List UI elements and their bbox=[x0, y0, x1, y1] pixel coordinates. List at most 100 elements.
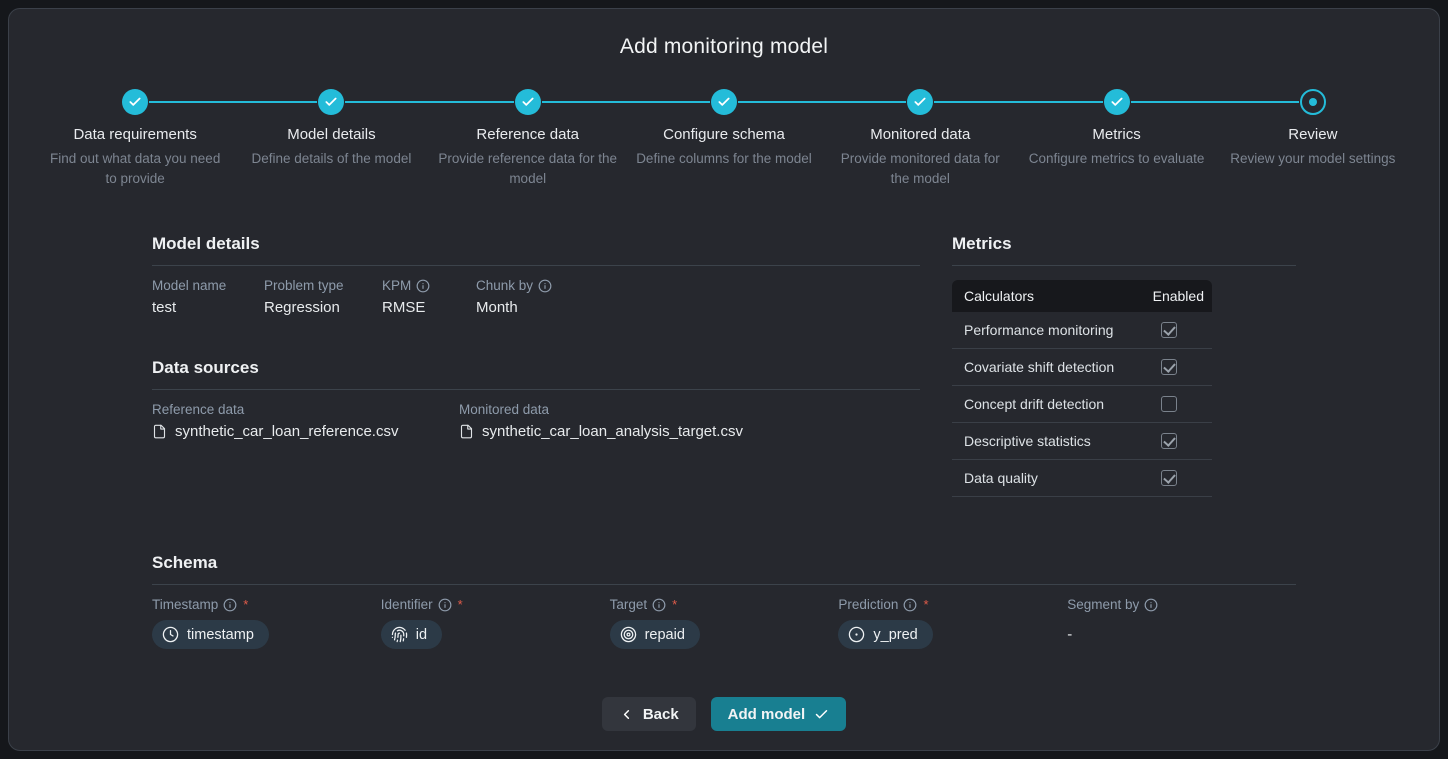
step-complete-icon[interactable] bbox=[711, 89, 737, 115]
field-label: Target * bbox=[610, 597, 839, 612]
check-icon bbox=[814, 707, 829, 722]
step-complete-icon[interactable] bbox=[907, 89, 933, 115]
file-name: synthetic_car_loan_reference.csv bbox=[175, 423, 398, 440]
model-details-section: Model details Model name test Problem ty… bbox=[152, 234, 920, 316]
column-header-calculators: Calculators bbox=[964, 288, 1134, 304]
chip-label: id bbox=[416, 627, 427, 643]
target-icon bbox=[620, 626, 637, 643]
step-model-details[interactable]: Model details Define details of the mode… bbox=[233, 89, 429, 188]
info-icon[interactable] bbox=[1144, 598, 1158, 612]
field-label: Identifier * bbox=[381, 597, 610, 612]
table-row: Performance monitoring bbox=[952, 312, 1212, 349]
add-model-dialog: Add monitoring model Data requirements F… bbox=[8, 8, 1440, 751]
metric-checkbox[interactable] bbox=[1161, 433, 1177, 449]
review-left-column: Model details Model name test Problem ty… bbox=[152, 234, 920, 497]
file-name: synthetic_car_loan_analysis_target.csv bbox=[482, 423, 743, 440]
add-model-button[interactable]: Add model bbox=[711, 697, 847, 731]
step-title: Metrics bbox=[1092, 126, 1140, 143]
field-label: Prediction * bbox=[838, 597, 1067, 612]
metric-checkbox[interactable] bbox=[1161, 396, 1177, 412]
info-icon[interactable] bbox=[223, 598, 237, 612]
column-chip: timestamp bbox=[152, 620, 269, 649]
schema-field-identifier: Identifier * id bbox=[381, 597, 610, 649]
step-description: Configure metrics to evaluate bbox=[1029, 149, 1205, 169]
step-complete-icon[interactable] bbox=[318, 89, 344, 115]
step-title: Configure schema bbox=[663, 126, 785, 143]
step-complete-icon[interactable] bbox=[122, 89, 148, 115]
info-icon[interactable] bbox=[538, 279, 552, 293]
field-value: synthetic_car_loan_reference.csv bbox=[152, 423, 459, 440]
field-label: Model name bbox=[152, 278, 242, 293]
info-icon[interactable] bbox=[416, 279, 430, 293]
step-complete-icon[interactable] bbox=[515, 89, 541, 115]
info-icon[interactable] bbox=[438, 598, 452, 612]
field-label: Timestamp * bbox=[152, 597, 381, 612]
metric-label: Covariate shift detection bbox=[964, 359, 1134, 375]
clock-icon bbox=[162, 626, 179, 643]
step-review[interactable]: Review Review your model settings bbox=[1215, 89, 1411, 188]
step-active-icon[interactable] bbox=[1300, 89, 1326, 115]
info-icon[interactable] bbox=[652, 598, 666, 612]
field-value: Month bbox=[476, 299, 552, 316]
schema-field-prediction: Prediction * y_pred bbox=[838, 597, 1067, 649]
column-chip: repaid bbox=[610, 620, 700, 649]
section-heading: Data sources bbox=[152, 358, 920, 390]
field-value: RMSE bbox=[382, 299, 454, 316]
step-metrics[interactable]: Metrics Configure metrics to evaluate bbox=[1018, 89, 1214, 188]
column-chip: id bbox=[381, 620, 442, 649]
circle-dot-icon bbox=[848, 626, 865, 643]
field-label: Monitored data bbox=[459, 402, 743, 417]
column-chip: y_pred bbox=[838, 620, 932, 649]
field-model-name: Model name test bbox=[152, 278, 242, 316]
field-label: KPM bbox=[382, 278, 454, 293]
metric-checkbox[interactable] bbox=[1161, 359, 1177, 375]
data-sources-section: Data sources Reference data synthetic_ca… bbox=[152, 358, 920, 440]
chip-label: y_pred bbox=[873, 627, 917, 643]
step-description: Review your model settings bbox=[1230, 149, 1395, 169]
required-asterisk: * bbox=[458, 597, 463, 612]
step-reference-data[interactable]: Reference data Provide reference data fo… bbox=[430, 89, 626, 188]
field-value: Regression bbox=[264, 299, 360, 316]
field-label: Chunk by bbox=[476, 278, 552, 293]
field-label: Problem type bbox=[264, 278, 360, 293]
field-problem-type: Problem type Regression bbox=[264, 278, 360, 316]
metric-checkbox[interactable] bbox=[1161, 470, 1177, 486]
required-asterisk: * bbox=[243, 597, 248, 612]
field-value: test bbox=[152, 299, 242, 316]
info-icon[interactable] bbox=[903, 598, 917, 612]
metric-checkbox[interactable] bbox=[1161, 322, 1177, 338]
fingerprint-icon bbox=[391, 626, 408, 643]
required-asterisk: * bbox=[672, 597, 677, 612]
required-asterisk: * bbox=[923, 597, 928, 612]
field-kpm: KPM RMSE bbox=[382, 278, 454, 316]
step-description: Define columns for the model bbox=[636, 149, 812, 169]
table-row: Descriptive statistics bbox=[952, 423, 1212, 460]
step-description: Define details of the model bbox=[251, 149, 411, 169]
schema-field-target: Target * repaid bbox=[610, 597, 839, 649]
table-row: Data quality bbox=[952, 460, 1212, 497]
table-row: Concept drift detection bbox=[952, 386, 1212, 423]
schema-field-segment-by: Segment by - bbox=[1067, 597, 1296, 649]
step-complete-icon[interactable] bbox=[1104, 89, 1130, 115]
section-heading: Schema bbox=[152, 553, 1296, 585]
table-row: Covariate shift detection bbox=[952, 349, 1212, 386]
wizard-stepper: Data requirements Find out what data you… bbox=[9, 89, 1439, 188]
step-monitored-data[interactable]: Monitored data Provide monitored data fo… bbox=[822, 89, 1018, 188]
step-description: Find out what data you need to provide bbox=[45, 149, 225, 188]
metrics-table-header: Calculators Enabled bbox=[952, 280, 1212, 312]
metric-label: Concept drift detection bbox=[964, 396, 1134, 412]
step-description: Provide reference data for the model bbox=[438, 149, 618, 188]
field-label: Reference data bbox=[152, 402, 459, 417]
step-configure-schema[interactable]: Configure schema Define columns for the … bbox=[626, 89, 822, 188]
field-label: Segment by bbox=[1067, 597, 1296, 612]
back-button[interactable]: Back bbox=[602, 697, 696, 731]
schema-section: Schema Timestamp * timestamp Identifi bbox=[152, 553, 1296, 649]
step-data-requirements[interactable]: Data requirements Find out what data you… bbox=[37, 89, 233, 188]
metrics-section: Metrics Calculators Enabled Performance … bbox=[952, 234, 1296, 497]
column-header-enabled: Enabled bbox=[1134, 288, 1204, 304]
metric-label: Performance monitoring bbox=[964, 322, 1134, 338]
metric-label: Data quality bbox=[964, 470, 1134, 486]
section-heading: Metrics bbox=[952, 234, 1296, 266]
file-icon bbox=[459, 424, 474, 439]
step-title: Monitored data bbox=[870, 126, 970, 143]
